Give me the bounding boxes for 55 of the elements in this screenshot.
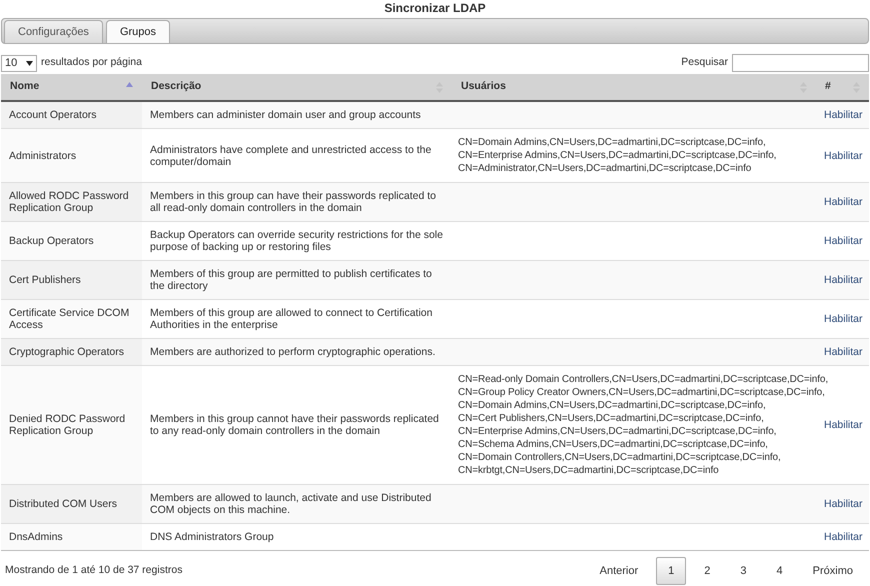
tab[interactable]: Configurações [4, 20, 103, 43]
page-length-select[interactable]: 10 [1, 54, 37, 72]
column-header[interactable]: Usuários [452, 74, 816, 101]
table-cell: CN=Group Policy Creator Owners,CN=Users,DC=admartini,DC=scriptcase,DC=info, [458, 387, 825, 399]
table-cell: Allowed RODC Password Replication Group [1, 182, 142, 222]
previous-link[interactable]: Anterior [588, 556, 650, 586]
table-cell: CN=Domain Controllers,CN=Users,DC=admartini,DC=scriptcase,DC=info, [458, 452, 781, 464]
table-cell: Members are allowed to launch, activate and use Distributed COM objects on this machine. [142, 484, 452, 524]
table-cell: CN=Read-only Domain Controllers,CN=Users,DC=admartini,DC=scriptcase,DC=info, [458, 374, 828, 386]
search-field[interactable] [732, 54, 869, 72]
search-label: Pesquisar [681, 55, 728, 70]
table-cell: CN=Domain Admins,CN=Users,DC=admartini,DC=scriptcase,DC=info, [458, 137, 766, 149]
table-cell: Certificate Service DCOM Access [1, 300, 142, 338]
table-cell: Cryptographic Operators [1, 338, 142, 366]
enable-link[interactable]: Habilitar [824, 235, 863, 247]
enable-link[interactable]: Habilitar [824, 150, 863, 162]
column-header[interactable]: Descrição [142, 74, 452, 101]
column-header[interactable]: Nome [1, 74, 142, 101]
table-cell: Denied RODC Password Replication Group [1, 366, 142, 484]
table-cell: Members of this group are allowed to connect to Certification Authorities in the enterprise [142, 300, 452, 338]
table-cell: Account Operators [1, 101, 142, 128]
table-cell: Cert Publishers [1, 260, 142, 300]
table-cell: DNS Administrators Group [142, 524, 452, 550]
page-button[interactable]: 2 [692, 556, 722, 586]
column-header[interactable]: # [816, 74, 869, 101]
table-cell: CN=Enterprise Admins,CN=Users,DC=admartini,DC=scriptcase,DC=info, [458, 426, 776, 438]
tab[interactable]: Grupos [106, 20, 170, 43]
window-title: Sincronizar LDAP [383, 0, 487, 16]
table-cell: Administrators [1, 128, 142, 182]
table-cell: CN=Domain Admins,CN=Users,DC=admartini,DC=scriptcase,DC=info, [458, 400, 766, 412]
table-cell: CN=Schema Admins,CN=Users,DC=admartini,DC=scriptcase,DC=info, [458, 439, 768, 451]
table-cell: Distributed COM Users [1, 484, 142, 524]
enable-link[interactable]: Habilitar [824, 313, 863, 325]
enable-link[interactable]: Habilitar [824, 531, 863, 543]
table-cell: Members can administer domain user and group accounts [142, 101, 452, 128]
page-button[interactable]: 3 [728, 556, 759, 586]
table-cell: Backup Operators can override security restrictions for the sole purpose of backing up or restoring files [142, 222, 452, 260]
table-cell: CN=Administrator,CN=Users,DC=admartini,DC=scriptcase,DC=info [458, 163, 752, 175]
table-cell: DnsAdmins [1, 524, 142, 550]
table-cell: CN=krbtgt,CN=Users,DC=admartini,DC=scriptcase,DC=info [458, 465, 719, 477]
table-cell: Members are authorized to perform cryptographic operations. [142, 338, 452, 366]
page-button[interactable]: 4 [764, 556, 795, 586]
table-cell: CN=Cert Publishers,CN=Users,DC=admartini,DC=scriptcase,DC=info, [458, 413, 764, 425]
table-cell: Members of this group are permitted to publish certificates to the directory [142, 260, 452, 300]
page-button[interactable]: 1 [656, 556, 686, 586]
table-cell: Members in this group cannot have their passwords replicated to any read-only domain controllers in the domain [142, 366, 452, 484]
table-cell: Administrators have complete and unrestricted access to the computer/domain [142, 128, 452, 182]
dropdown-caret-icon [26, 60, 33, 66]
page-length-label: resultados por página [41, 55, 142, 70]
table-cell: Backup Operators [1, 222, 142, 260]
table-info: Mostrando de 1 até 10 de 37 registros [5, 563, 182, 578]
next-link[interactable]: Próximo [800, 556, 865, 586]
table-cell: Members in this group can have their passwords replicated to all read-only domain controllers in the domain [142, 182, 452, 222]
table-cell: CN=Enterprise Admins,CN=Users,DC=admartini,DC=scriptcase,DC=info, [458, 150, 776, 162]
enable-link[interactable]: Habilitar [824, 419, 863, 431]
